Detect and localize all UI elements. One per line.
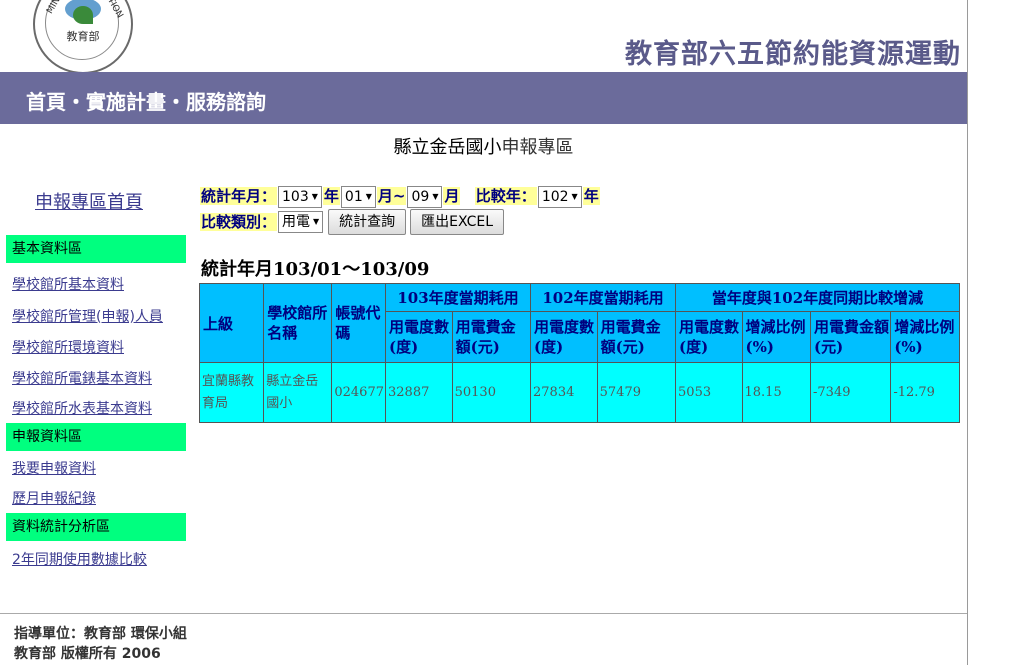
nav-plan-link[interactable]: 實施計畫 [86, 90, 166, 114]
stat-month-label: 統計年月： [200, 187, 278, 205]
nav-home-link[interactable]: 首頁 [26, 90, 66, 114]
logo-leaf-icon [73, 6, 93, 24]
sub-header: 用電費金額(元) [451, 311, 532, 363]
compare-year-label: 比較年： [474, 187, 537, 205]
page-frame: MINISTRY CATION 教育部 教育部六五節約能資源運動 首頁・實施計畫… [0, 0, 968, 665]
month-to-select[interactable]: 09 ▼ [407, 185, 443, 208]
sidebar-section-report: 申報資料區 [6, 423, 186, 451]
cell-value: -12.79 [890, 362, 960, 423]
category-label: 比較類別： [200, 212, 278, 231]
sidebar-item-two-year-compare[interactable]: 2年同期使用數據比較 [12, 549, 147, 569]
sidebar-home-link[interactable]: 申報專區首頁 [35, 188, 143, 214]
year-select-value: 103 [282, 188, 309, 205]
compare-year-suffix: 年 [582, 187, 600, 205]
top-navbar: 首頁・實施計畫・服務諮詢 [0, 72, 967, 124]
group-diff-header: 當年度與102年度同期比較增減 [675, 283, 960, 312]
page-title: 縣立金岳國小申報專區 [0, 133, 967, 159]
nav-service-link[interactable]: 服務諮詢 [186, 90, 266, 114]
nav-separator: ・ [166, 90, 186, 114]
category-row: 比較類別： 用電 ▼ 統計查詢 匯出EXCEL [200, 209, 505, 235]
table-row: 宜蘭縣教育局 縣立金岳國小 024677 32887 50130 27834 5… [198, 362, 960, 423]
footer-divider [0, 613, 967, 614]
query-button[interactable]: 統計查詢 [328, 209, 407, 235]
sidebar-section-basic: 基本資料區 [6, 235, 186, 263]
year-select[interactable]: 103 ▼ [278, 185, 322, 208]
month-suffix-1: 月~ [376, 187, 407, 205]
footer-supervisor: 指導單位：教育部 環保小組 [14, 626, 187, 642]
compare-year-value: 102 [541, 188, 569, 205]
cell-value: 57479 [596, 362, 677, 423]
nav-links: 首頁・實施計畫・服務諮詢 [26, 86, 266, 115]
stats-heading: 統計年月103/01～103/09 [201, 259, 430, 280]
cell-value: 18.15 [741, 362, 812, 423]
cell-value: 50130 [451, 362, 532, 423]
group-previous-header: 102年度當期耗用 [530, 283, 677, 312]
compare-year-select[interactable]: 102 ▼ [537, 185, 582, 208]
cell-value: 5053 [675, 362, 743, 423]
sidebar-item-managers[interactable]: 學校館所管理(申報)人員 [12, 306, 163, 326]
cell-value: 32887 [385, 362, 453, 423]
export-excel-button[interactable]: 匯出EXCEL [410, 209, 505, 235]
footer-copyright: 教育部 版權所有 2006 [14, 646, 161, 662]
month-suffix-2: 月 [443, 187, 461, 205]
sub-header: 增減比例(%) [741, 311, 812, 363]
nav-separator: ・ [66, 90, 86, 114]
col-school-header: 學校館所名稱 [263, 283, 333, 363]
col-account-header: 帳號代碼 [331, 283, 386, 363]
chevron-down-icon: ▼ [432, 191, 439, 201]
sidebar-item-environment[interactable]: 學校館所環境資料 [12, 337, 124, 357]
ministry-logo: MINISTRY CATION 教育部 [33, 0, 133, 74]
sub-header: 用電費金額(元) [596, 311, 677, 363]
category-select-value: 用電 [282, 214, 311, 230]
school-name: 縣立金岳國小 [393, 137, 502, 158]
sidebar-item-electric-meter[interactable]: 學校館所電錶基本資料 [12, 368, 152, 388]
sub-header: 用電費金額(元) [810, 311, 892, 363]
sidebar-item-report-history[interactable]: 歷月申報紀錄 [12, 488, 96, 508]
group-current-header: 103年度當期耗用 [384, 283, 532, 312]
zone-name: 申報專區 [501, 137, 574, 158]
col-parent-header: 上級 [198, 283, 265, 363]
sidebar-section-analysis: 資料統計分析區 [6, 513, 186, 541]
sidebar-item-submit-report[interactable]: 我要申報資料 [12, 458, 96, 478]
campaign-title: 教育部六五節約能資源運動 [625, 39, 961, 70]
year-suffix: 年 [322, 187, 340, 205]
logo-text: 教育部 [66, 30, 100, 43]
category-select[interactable]: 用電 ▼ [278, 211, 324, 233]
month-from-select[interactable]: 01 ▼ [340, 185, 376, 208]
month-from-value: 01 [344, 188, 363, 205]
cell-account: 024677 [331, 362, 386, 423]
cell-parent: 宜蘭縣教育局 [198, 362, 265, 423]
sub-header: 用電度數(度) [530, 311, 598, 363]
sidebar-item-water-meter[interactable]: 學校館所水表基本資料 [12, 398, 152, 418]
chevron-down-icon: ▼ [313, 217, 320, 226]
sub-header: 用電度數(度) [385, 311, 453, 363]
site-footer: 指導單位：教育部 環保小組 教育部 版權所有 2006 [14, 624, 187, 664]
sidebar-item-school-basic[interactable]: 學校館所基本資料 [12, 274, 124, 294]
cell-value: -7349 [810, 362, 892, 423]
chevron-down-icon: ▼ [365, 191, 372, 201]
cell-value: 27834 [530, 362, 598, 423]
chevron-down-icon: ▼ [571, 191, 578, 201]
month-to-value: 09 [411, 188, 430, 205]
site-header: MINISTRY CATION 教育部 教育部六五節約能資源運動 [0, 0, 967, 74]
sub-header: 用電度數(度) [675, 311, 743, 363]
stats-table: 上級 學校館所名稱 帳號代碼 103年度當期耗用 102年度當期耗用 當年度與1… [198, 283, 960, 423]
date-range-row: 統計年月： 103 ▼ 年 01 ▼ 月~ 09 ▼ 月 比較年： 102 ▼ 年 [200, 185, 600, 208]
chevron-down-icon: ▼ [311, 191, 318, 201]
cell-school: 縣立金岳國小 [263, 362, 333, 423]
sub-header: 增減比例(%) [890, 311, 960, 363]
